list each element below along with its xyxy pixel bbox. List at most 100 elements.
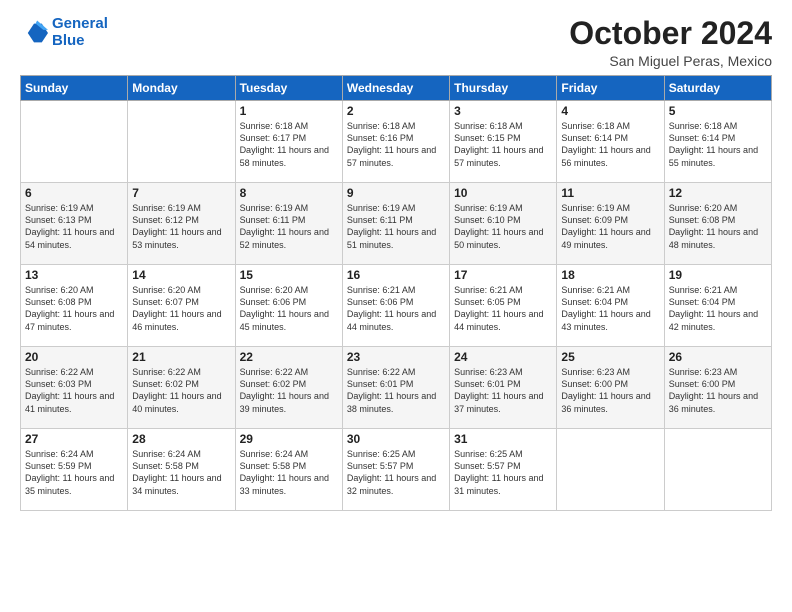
- day-number: 18: [561, 268, 659, 282]
- day-number: 9: [347, 186, 445, 200]
- cell-daylight-info: Sunrise: 6:24 AM Sunset: 5:59 PM Dayligh…: [25, 448, 123, 497]
- day-number: 14: [132, 268, 230, 282]
- cell-daylight-info: Sunrise: 6:21 AM Sunset: 6:04 PM Dayligh…: [669, 284, 767, 333]
- calendar-cell: 24 Sunrise: 6:23 AM Sunset: 6:01 PM Dayli…: [450, 347, 557, 429]
- calendar-cell: 27Sunrise: 6:24 AM Sunset: 5:59 PM Dayli…: [21, 429, 128, 511]
- calendar-cell: 9 Sunrise: 6:19 AM Sunset: 6:11 PM Daylig…: [342, 183, 449, 265]
- calendar-cell: 3 Sunrise: 6:18 AM Sunset: 6:15 PM Daylig…: [450, 101, 557, 183]
- cell-daylight-info: Sunrise: 6:24 AM Sunset: 5:58 PM Dayligh…: [240, 448, 338, 497]
- calendar-cell: [557, 429, 664, 511]
- calendar-table: SundayMondayTuesdayWednesdayThursdayFrid…: [20, 75, 772, 511]
- cell-daylight-info: Sunrise: 6:19 AM Sunset: 6:13 PM Dayligh…: [25, 202, 123, 251]
- col-header-monday: Monday: [128, 76, 235, 101]
- cell-daylight-info: Sunrise: 6:18 AM Sunset: 6:15 PM Dayligh…: [454, 120, 552, 169]
- calendar-cell: 14Sunrise: 6:20 AM Sunset: 6:07 PM Dayli…: [128, 265, 235, 347]
- cell-daylight-info: Sunrise: 6:18 AM Sunset: 6:16 PM Dayligh…: [347, 120, 445, 169]
- day-number: 17: [454, 268, 552, 282]
- col-header-thursday: Thursday: [450, 76, 557, 101]
- logo-text: General Blue: [52, 16, 108, 49]
- calendar-cell: 30 Sunrise: 6:25 AM Sunset: 5:57 PM Dayli…: [342, 429, 449, 511]
- calendar-week-row: 1Sunrise: 6:18 AM Sunset: 6:17 PM Daylig…: [21, 101, 772, 183]
- day-number: 4: [561, 104, 659, 118]
- day-number: 7: [132, 186, 230, 200]
- day-number: 6: [25, 186, 123, 200]
- col-header-friday: Friday: [557, 76, 664, 101]
- cell-daylight-info: Sunrise: 6:22 AM Sunset: 6:02 PM Dayligh…: [240, 366, 338, 415]
- calendar-cell: 1Sunrise: 6:18 AM Sunset: 6:17 PM Daylig…: [235, 101, 342, 183]
- calendar-cell: 31Sunrise: 6:25 AM Sunset: 5:57 PM Dayli…: [450, 429, 557, 511]
- logo-icon: [20, 19, 48, 47]
- calendar-cell: 19 Sunrise: 6:21 AM Sunset: 6:04 PM Dayli…: [664, 265, 771, 347]
- calendar-cell: [128, 101, 235, 183]
- cell-daylight-info: Sunrise: 6:22 AM Sunset: 6:03 PM Dayligh…: [25, 366, 123, 415]
- day-number: 15: [240, 268, 338, 282]
- calendar-cell: 25 Sunrise: 6:23 AM Sunset: 6:00 PM Dayli…: [557, 347, 664, 429]
- cell-daylight-info: Sunrise: 6:22 AM Sunset: 6:02 PM Dayligh…: [132, 366, 230, 415]
- calendar-cell: [21, 101, 128, 183]
- day-number: 26: [669, 350, 767, 364]
- calendar-cell: 8 Sunrise: 6:19 AM Sunset: 6:11 PM Daylig…: [235, 183, 342, 265]
- day-number: 30: [347, 432, 445, 446]
- col-header-tuesday: Tuesday: [235, 76, 342, 101]
- day-number: 16: [347, 268, 445, 282]
- calendar-cell: 6 Sunrise: 6:19 AM Sunset: 6:13 PM Daylig…: [21, 183, 128, 265]
- calendar-cell: 4 Sunrise: 6:18 AM Sunset: 6:14 PM Daylig…: [557, 101, 664, 183]
- calendar-cell: 28 Sunrise: 6:24 AM Sunset: 5:58 PM Dayli…: [128, 429, 235, 511]
- cell-daylight-info: Sunrise: 6:19 AM Sunset: 6:11 PM Dayligh…: [347, 202, 445, 251]
- month-title: October 2024: [569, 16, 772, 51]
- calendar-cell: 13Sunrise: 6:20 AM Sunset: 6:08 PM Dayli…: [21, 265, 128, 347]
- col-header-saturday: Saturday: [664, 76, 771, 101]
- cell-daylight-info: Sunrise: 6:18 AM Sunset: 6:14 PM Dayligh…: [561, 120, 659, 169]
- calendar-week-row: 6 Sunrise: 6:19 AM Sunset: 6:13 PM Daylig…: [21, 183, 772, 265]
- calendar-cell: [664, 429, 771, 511]
- day-number: 22: [240, 350, 338, 364]
- cell-daylight-info: Sunrise: 6:24 AM Sunset: 5:58 PM Dayligh…: [132, 448, 230, 497]
- cell-daylight-info: Sunrise: 6:23 AM Sunset: 6:00 PM Dayligh…: [561, 366, 659, 415]
- calendar-week-row: 20 Sunrise: 6:22 AM Sunset: 6:03 PM Dayli…: [21, 347, 772, 429]
- cell-daylight-info: Sunrise: 6:20 AM Sunset: 6:08 PM Dayligh…: [25, 284, 123, 333]
- calendar-cell: 11 Sunrise: 6:19 AM Sunset: 6:09 PM Dayli…: [557, 183, 664, 265]
- day-number: 5: [669, 104, 767, 118]
- cell-daylight-info: Sunrise: 6:22 AM Sunset: 6:01 PM Dayligh…: [347, 366, 445, 415]
- calendar-cell: 26 Sunrise: 6:23 AM Sunset: 6:00 PM Dayli…: [664, 347, 771, 429]
- day-number: 24: [454, 350, 552, 364]
- calendar-cell: 10 Sunrise: 6:19 AM Sunset: 6:10 PM Dayli…: [450, 183, 557, 265]
- calendar-cell: 20 Sunrise: 6:22 AM Sunset: 6:03 PM Dayli…: [21, 347, 128, 429]
- calendar-cell: 15 Sunrise: 6:20 AM Sunset: 6:06 PM Dayli…: [235, 265, 342, 347]
- calendar-week-row: 27Sunrise: 6:24 AM Sunset: 5:59 PM Dayli…: [21, 429, 772, 511]
- cell-daylight-info: Sunrise: 6:19 AM Sunset: 6:12 PM Dayligh…: [132, 202, 230, 251]
- cell-daylight-info: Sunrise: 6:19 AM Sunset: 6:10 PM Dayligh…: [454, 202, 552, 251]
- day-number: 23: [347, 350, 445, 364]
- col-header-wednesday: Wednesday: [342, 76, 449, 101]
- calendar-cell: 7 Sunrise: 6:19 AM Sunset: 6:12 PM Daylig…: [128, 183, 235, 265]
- calendar-cell: 5Sunrise: 6:18 AM Sunset: 6:14 PM Daylig…: [664, 101, 771, 183]
- day-number: 20: [25, 350, 123, 364]
- cell-daylight-info: Sunrise: 6:21 AM Sunset: 6:04 PM Dayligh…: [561, 284, 659, 333]
- cell-daylight-info: Sunrise: 6:23 AM Sunset: 6:01 PM Dayligh…: [454, 366, 552, 415]
- cell-daylight-info: Sunrise: 6:20 AM Sunset: 6:06 PM Dayligh…: [240, 284, 338, 333]
- day-number: 11: [561, 186, 659, 200]
- calendar-cell: 17Sunrise: 6:21 AM Sunset: 6:05 PM Dayli…: [450, 265, 557, 347]
- day-number: 25: [561, 350, 659, 364]
- cell-daylight-info: Sunrise: 6:21 AM Sunset: 6:06 PM Dayligh…: [347, 284, 445, 333]
- cell-daylight-info: Sunrise: 6:23 AM Sunset: 6:00 PM Dayligh…: [669, 366, 767, 415]
- day-number: 29: [240, 432, 338, 446]
- day-number: 19: [669, 268, 767, 282]
- cell-daylight-info: Sunrise: 6:25 AM Sunset: 5:57 PM Dayligh…: [347, 448, 445, 497]
- day-number: 10: [454, 186, 552, 200]
- cell-daylight-info: Sunrise: 6:19 AM Sunset: 6:11 PM Dayligh…: [240, 202, 338, 251]
- day-number: 28: [132, 432, 230, 446]
- cell-daylight-info: Sunrise: 6:20 AM Sunset: 6:08 PM Dayligh…: [669, 202, 767, 251]
- day-number: 8: [240, 186, 338, 200]
- page-container: General Blue October 2024 San Miguel Per…: [0, 0, 792, 521]
- day-number: 21: [132, 350, 230, 364]
- calendar-cell: 18 Sunrise: 6:21 AM Sunset: 6:04 PM Dayli…: [557, 265, 664, 347]
- calendar-cell: 2Sunrise: 6:18 AM Sunset: 6:16 PM Daylig…: [342, 101, 449, 183]
- calendar-week-row: 13Sunrise: 6:20 AM Sunset: 6:08 PM Dayli…: [21, 265, 772, 347]
- calendar-header-row: SundayMondayTuesdayWednesdayThursdayFrid…: [21, 76, 772, 101]
- header-row: General Blue October 2024 San Miguel Per…: [20, 16, 772, 69]
- cell-daylight-info: Sunrise: 6:19 AM Sunset: 6:09 PM Dayligh…: [561, 202, 659, 251]
- title-area: October 2024 San Miguel Peras, Mexico: [569, 16, 772, 69]
- day-number: 1: [240, 104, 338, 118]
- day-number: 3: [454, 104, 552, 118]
